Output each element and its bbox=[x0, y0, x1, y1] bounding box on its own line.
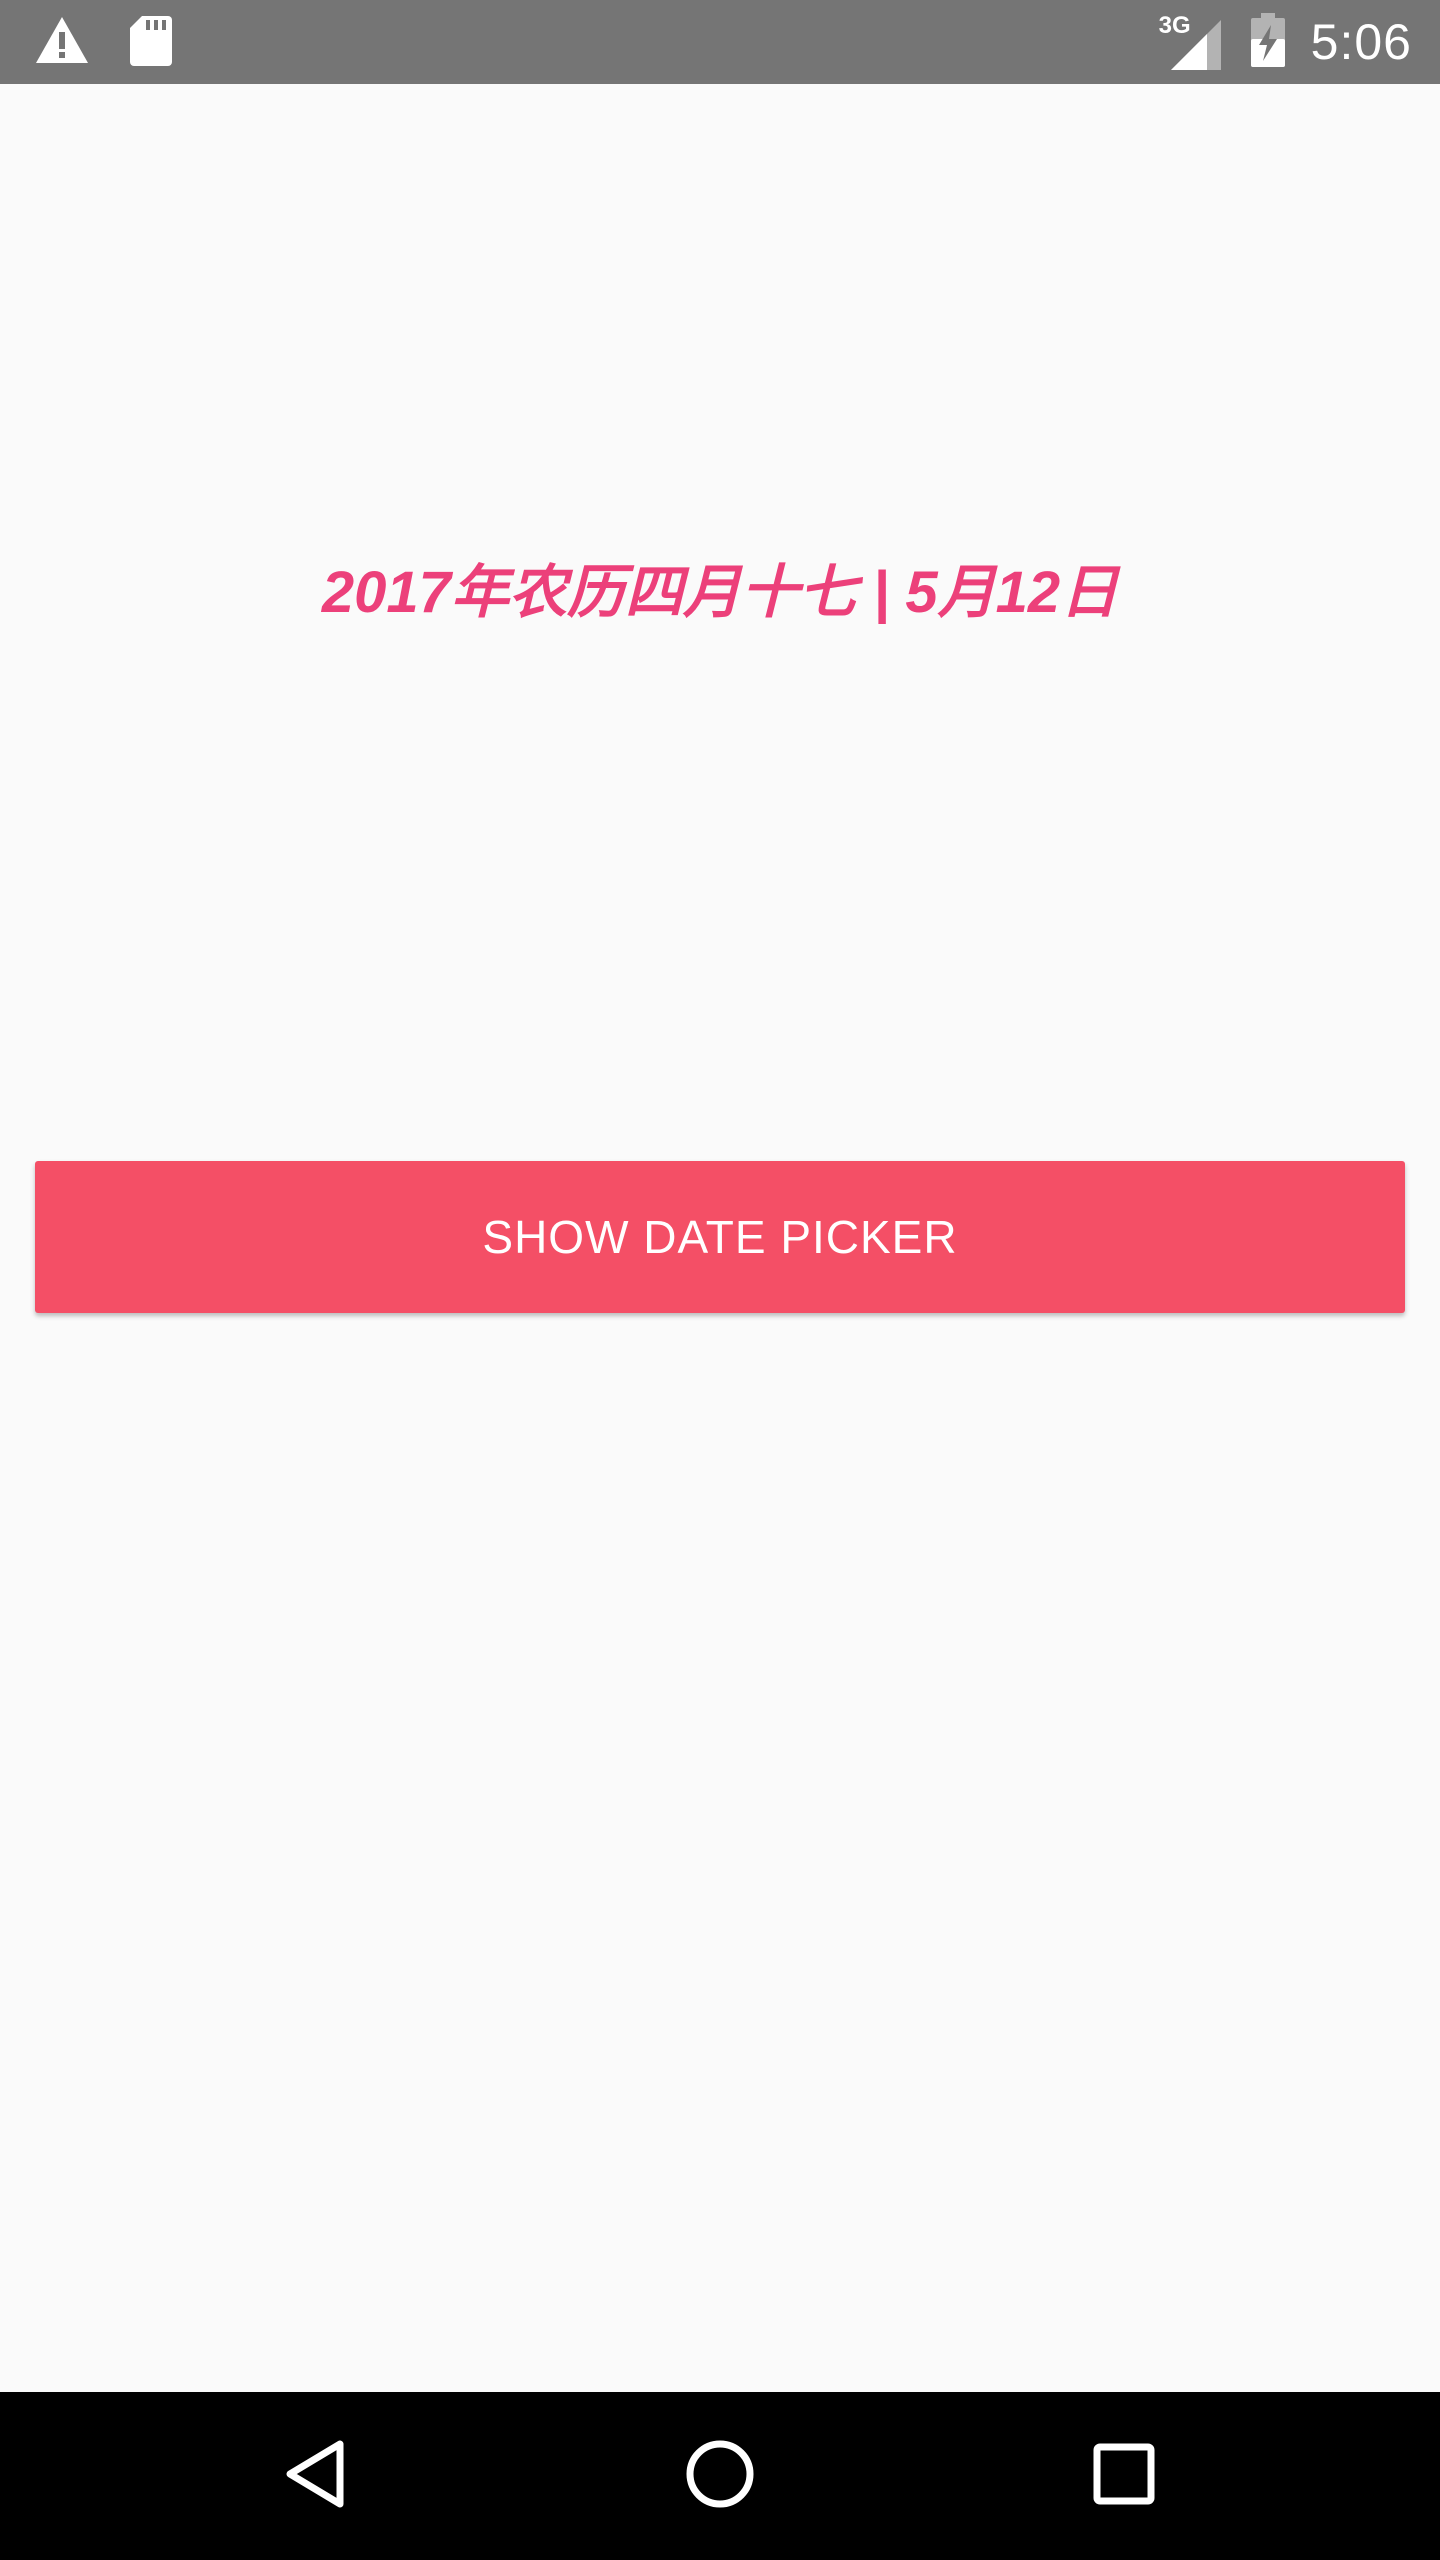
recents-icon bbox=[1093, 2443, 1155, 2510]
status-left-icons bbox=[34, 14, 172, 71]
back-icon bbox=[284, 2438, 348, 2515]
home-icon bbox=[685, 2439, 755, 2514]
back-button[interactable] bbox=[236, 2392, 396, 2560]
status-time: 5:06 bbox=[1310, 14, 1412, 70]
warning-icon bbox=[34, 15, 90, 70]
recents-button[interactable] bbox=[1044, 2392, 1204, 2560]
app-screen: 3G 5:06 2017年农历四月十七 | 5月12日 SHOW DATE PI… bbox=[0, 0, 1440, 2560]
status-right-icons: 3G 5:06 bbox=[1159, 0, 1412, 84]
status-bar: 3G 5:06 bbox=[0, 0, 1440, 84]
battery-charging-icon bbox=[1250, 12, 1285, 72]
lunar-date-label: 2017年农历四月十七 | 5月12日 bbox=[321, 560, 1119, 625]
show-date-picker-button[interactable]: SHOW DATE PICKER bbox=[35, 1161, 1405, 1313]
navigation-bar bbox=[0, 2392, 1440, 2560]
sd-card-icon bbox=[130, 14, 172, 71]
home-button[interactable] bbox=[640, 2392, 800, 2560]
signal-icon: 3G bbox=[1159, 12, 1225, 72]
